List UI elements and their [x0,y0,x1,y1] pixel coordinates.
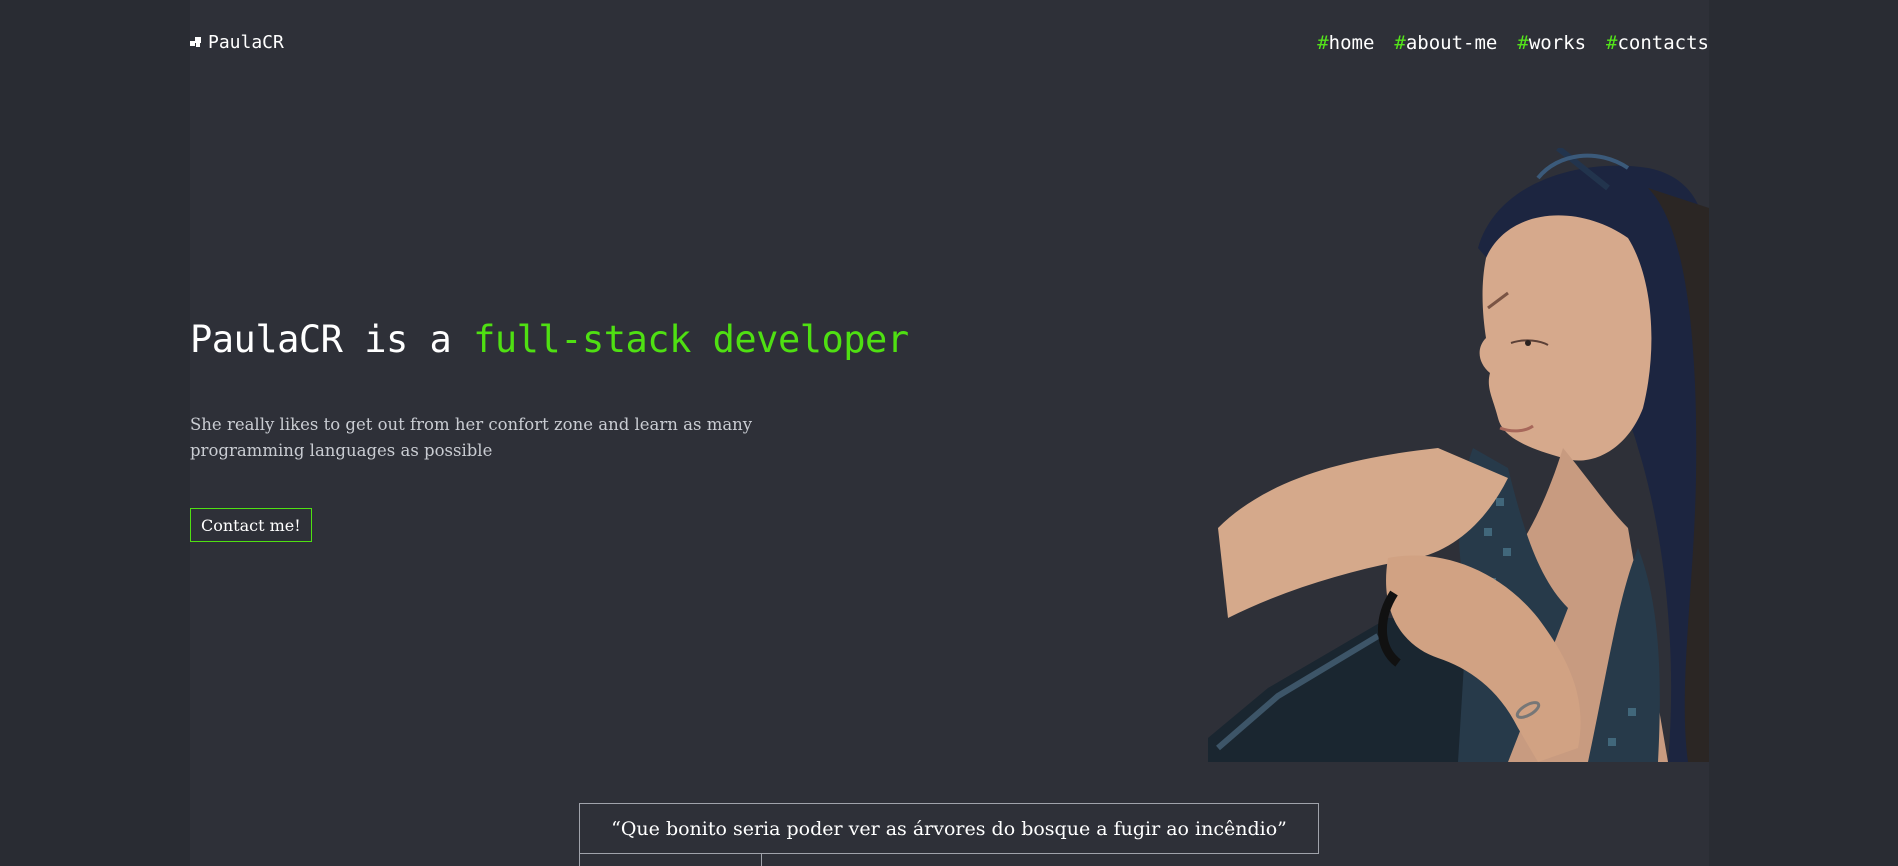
quote-text: “Que bonito seria poder ver as árvores d… [611,817,1287,840]
hero-description: She really likes to get out from her con… [190,415,753,460]
nav-label: contacts [1617,32,1709,54]
nav-label: about-me [1405,32,1498,54]
main-nav: #home #about-me #works #contacts [1317,32,1709,54]
logo-squares-icon [190,36,202,49]
nav-contacts[interactable]: #contacts [1606,32,1709,54]
portrait-photo [1208,148,1709,762]
nav-hash: # [1394,32,1406,54]
nav-hash: # [1517,32,1529,54]
logo-text: PaulaCR [208,32,284,53]
viewport-background: PaulaCR #home #about-me #works #contacts… [0,0,1898,866]
nav-about-me[interactable]: #about-me [1394,32,1497,54]
contact-me-button[interactable]: Contact me! [190,508,312,542]
headline-accent: full-stack developer [473,318,909,361]
headline-prefix: PaulaCR is a [190,318,474,361]
nav-hash: # [1606,32,1618,54]
nav-hash: # [1317,32,1329,54]
quote-box: “Que bonito seria poder ver as árvores d… [579,803,1319,854]
page-container: PaulaCR #home #about-me #works #contacts… [190,0,1709,866]
nav-label: home [1328,32,1375,54]
nav-works[interactable]: #works [1517,32,1586,54]
site-logo[interactable]: PaulaCR [190,32,284,53]
nav-home[interactable]: #home [1317,32,1374,54]
hero-headline: PaulaCR is a full-stack developer [190,318,909,361]
quote-author-box [579,853,762,866]
nav-label: works [1528,32,1587,54]
